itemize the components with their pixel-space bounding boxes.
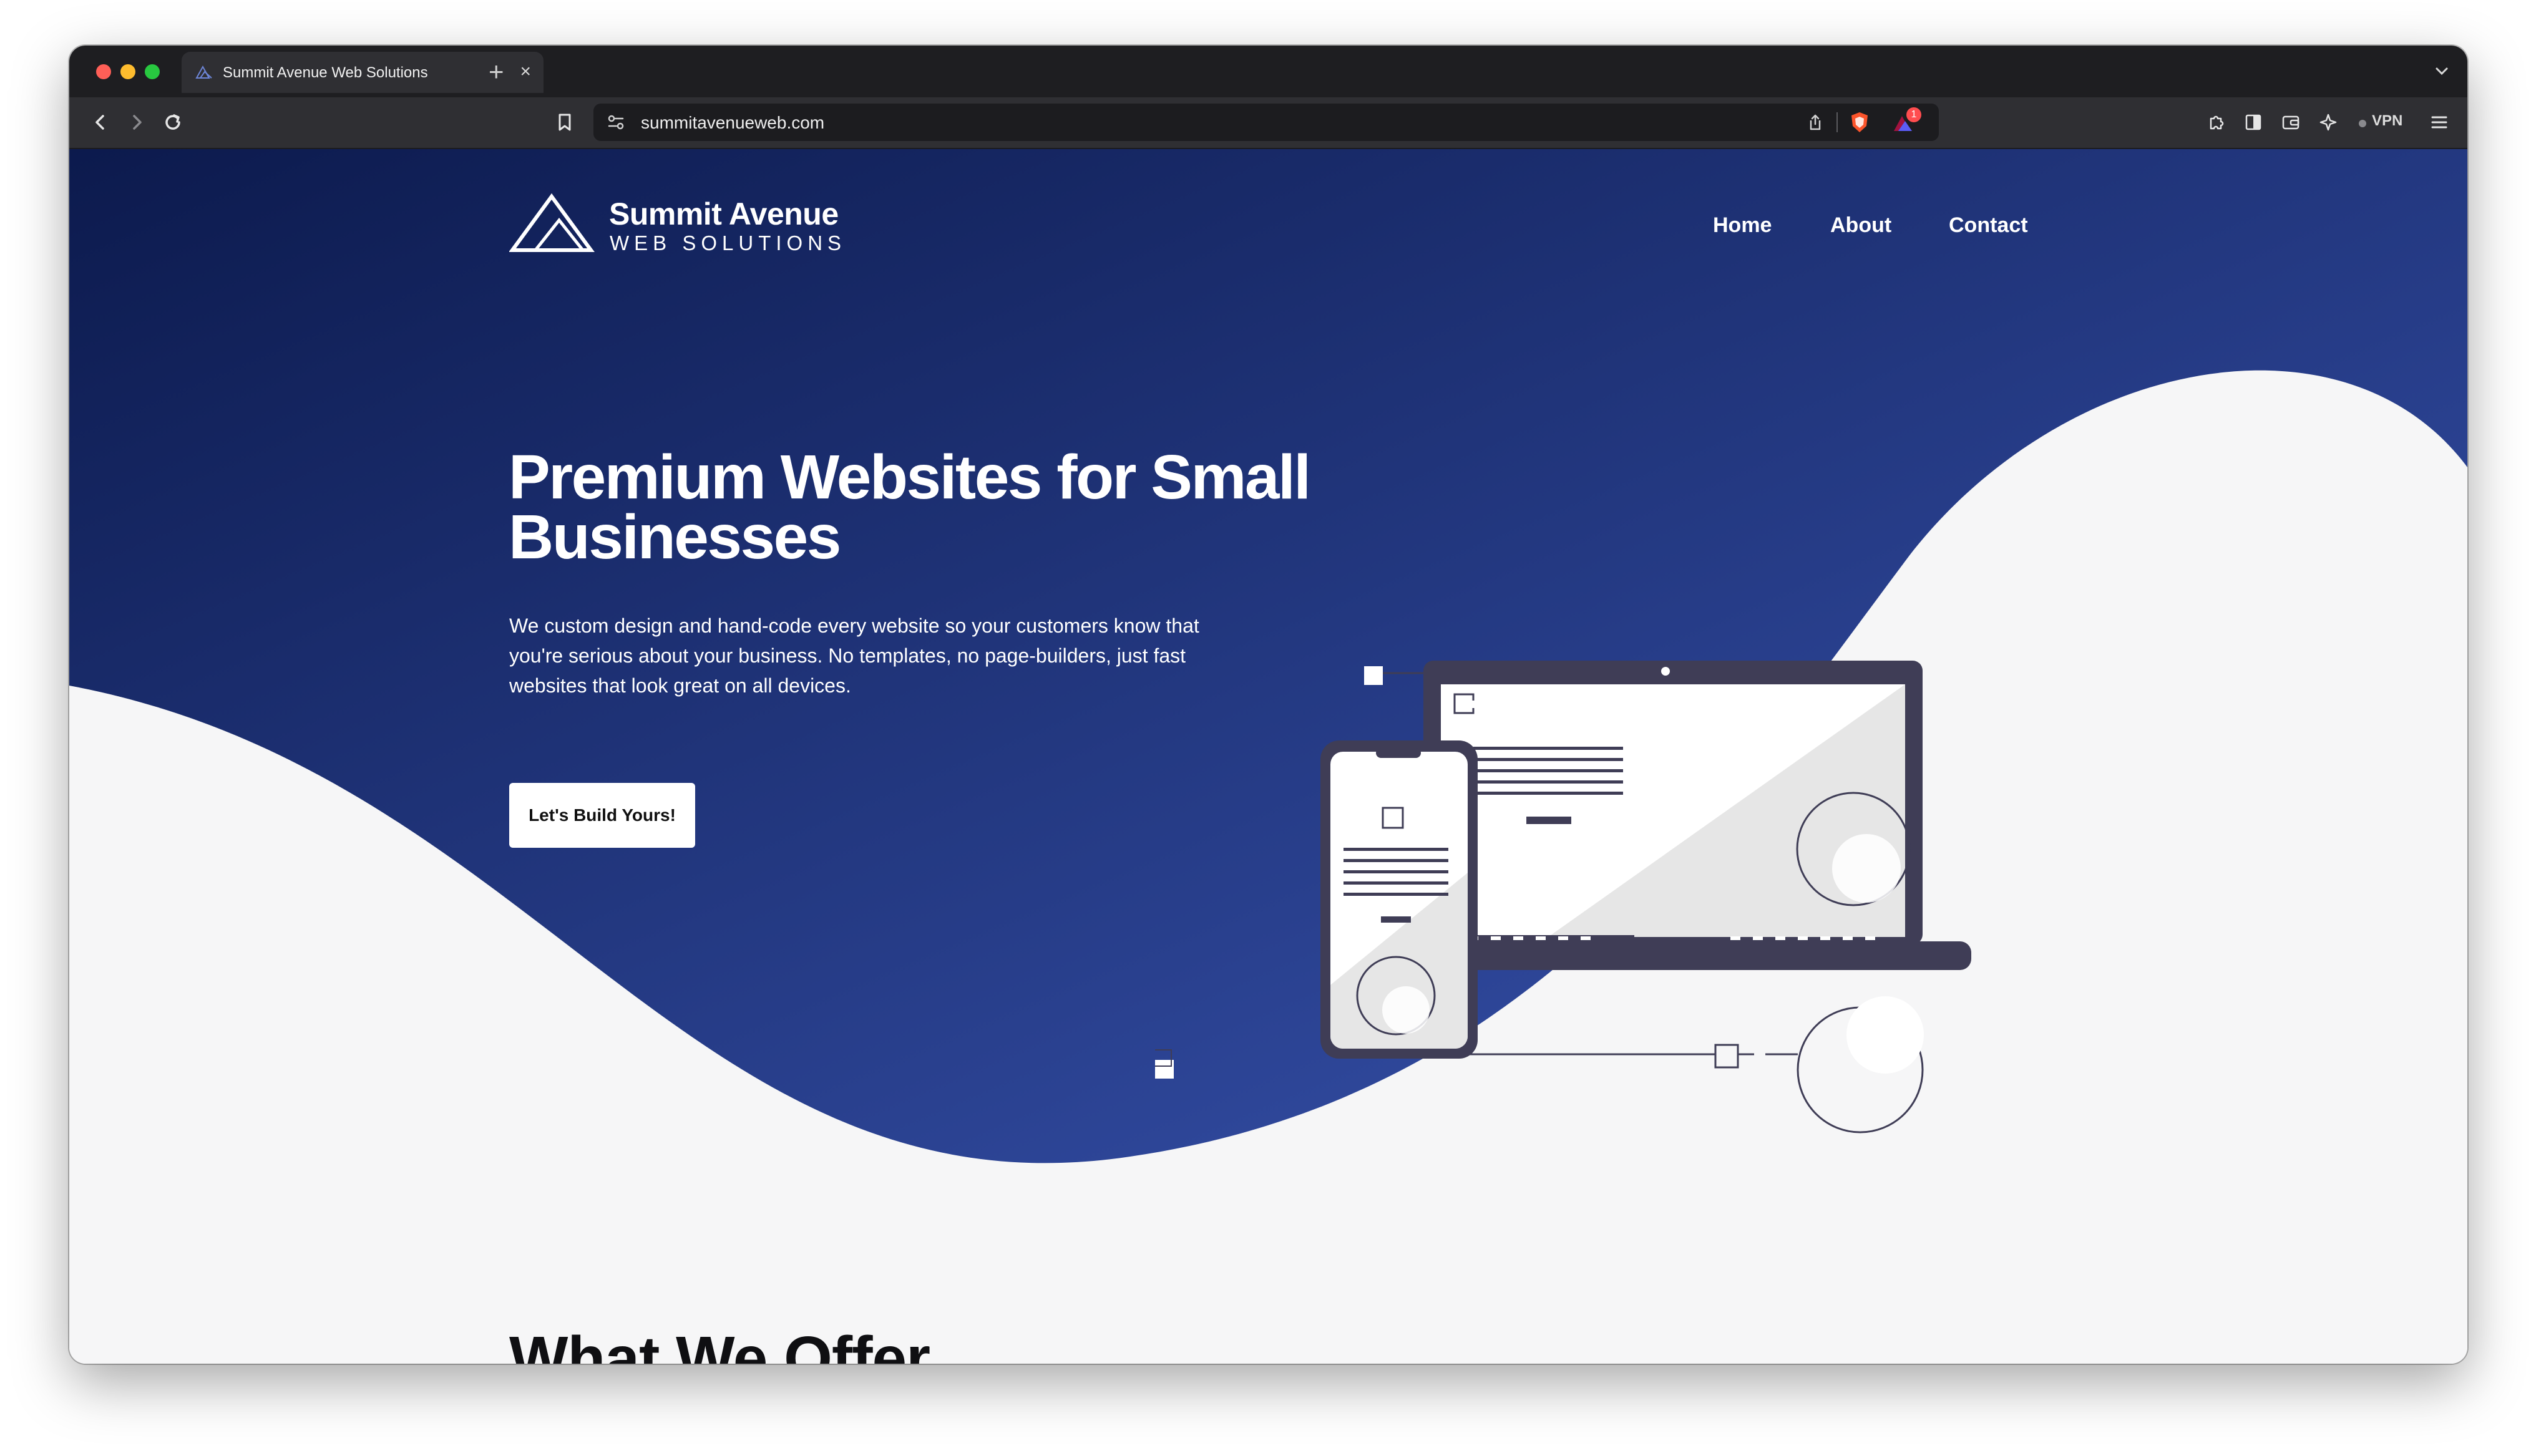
hero-description: We custom design and hand-code every web… bbox=[509, 614, 1199, 697]
address-bar[interactable]: summitavenueweb.com 1 bbox=[593, 104, 1939, 141]
lets-build-yours-button[interactable]: Let's Build Yours! bbox=[509, 783, 695, 848]
mountain-favicon-icon bbox=[195, 65, 212, 79]
brand-name[interactable]: Summit Avenue bbox=[609, 196, 839, 232]
hero-title: Premium Websites for Small Businesses bbox=[509, 442, 1311, 572]
leo-ai-icon[interactable] bbox=[2316, 110, 2341, 135]
maximize-window-button[interactable] bbox=[145, 64, 160, 79]
extensions-icon[interactable] bbox=[2203, 110, 2228, 135]
menu-icon[interactable] bbox=[2427, 110, 2452, 135]
brand-tagline: WEB SOLUTIONS bbox=[610, 231, 847, 255]
back-icon[interactable] bbox=[88, 110, 113, 135]
browser-toolbar: summitavenueweb.com 1 VPN bbox=[69, 97, 2467, 149]
url-text: summitavenueweb.com bbox=[641, 113, 825, 132]
brave-shield-icon[interactable] bbox=[1849, 111, 1870, 133]
sidebar-icon[interactable] bbox=[2241, 110, 2266, 135]
wallet-icon[interactable] bbox=[2278, 110, 2303, 135]
nav-about[interactable]: About bbox=[1830, 213, 1891, 238]
forward-icon[interactable] bbox=[124, 110, 149, 135]
web-page: Summit Avenue WEB SOLUTIONS Home About C… bbox=[69, 149, 2467, 1364]
browser-window: Summit Avenue Web Solutions × + summitav… bbox=[69, 46, 2467, 1364]
tab-strip: Summit Avenue Web Solutions × + bbox=[69, 46, 2467, 97]
reload-icon[interactable] bbox=[160, 110, 185, 135]
summit-logo-icon bbox=[509, 193, 595, 252]
vpn-button[interactable]: VPN bbox=[2372, 112, 2402, 130]
laptop-base bbox=[1393, 941, 1971, 970]
devices-illustration bbox=[1155, 661, 1971, 1133]
bookmark-icon[interactable] bbox=[552, 110, 577, 135]
vpn-status-icon bbox=[2359, 120, 2366, 127]
close-tab-icon[interactable]: × bbox=[520, 62, 531, 82]
nav-contact[interactable]: Contact bbox=[1949, 213, 2028, 238]
rewards-badge: 1 bbox=[1906, 107, 1921, 122]
tab-title: Summit Avenue Web Solutions bbox=[223, 64, 428, 81]
close-window-button[interactable] bbox=[96, 64, 111, 79]
new-tab-button[interactable]: + bbox=[489, 53, 504, 90]
tab-list-chevron-icon[interactable] bbox=[2431, 61, 2452, 82]
nav-home[interactable]: Home bbox=[1713, 213, 1772, 238]
what-we-offer-heading: What We Offer bbox=[509, 1324, 930, 1364]
minimize-window-button[interactable] bbox=[120, 64, 135, 79]
share-icon[interactable] bbox=[1805, 112, 1825, 132]
site-settings-icon[interactable] bbox=[606, 112, 626, 132]
url-divider bbox=[1836, 112, 1838, 132]
